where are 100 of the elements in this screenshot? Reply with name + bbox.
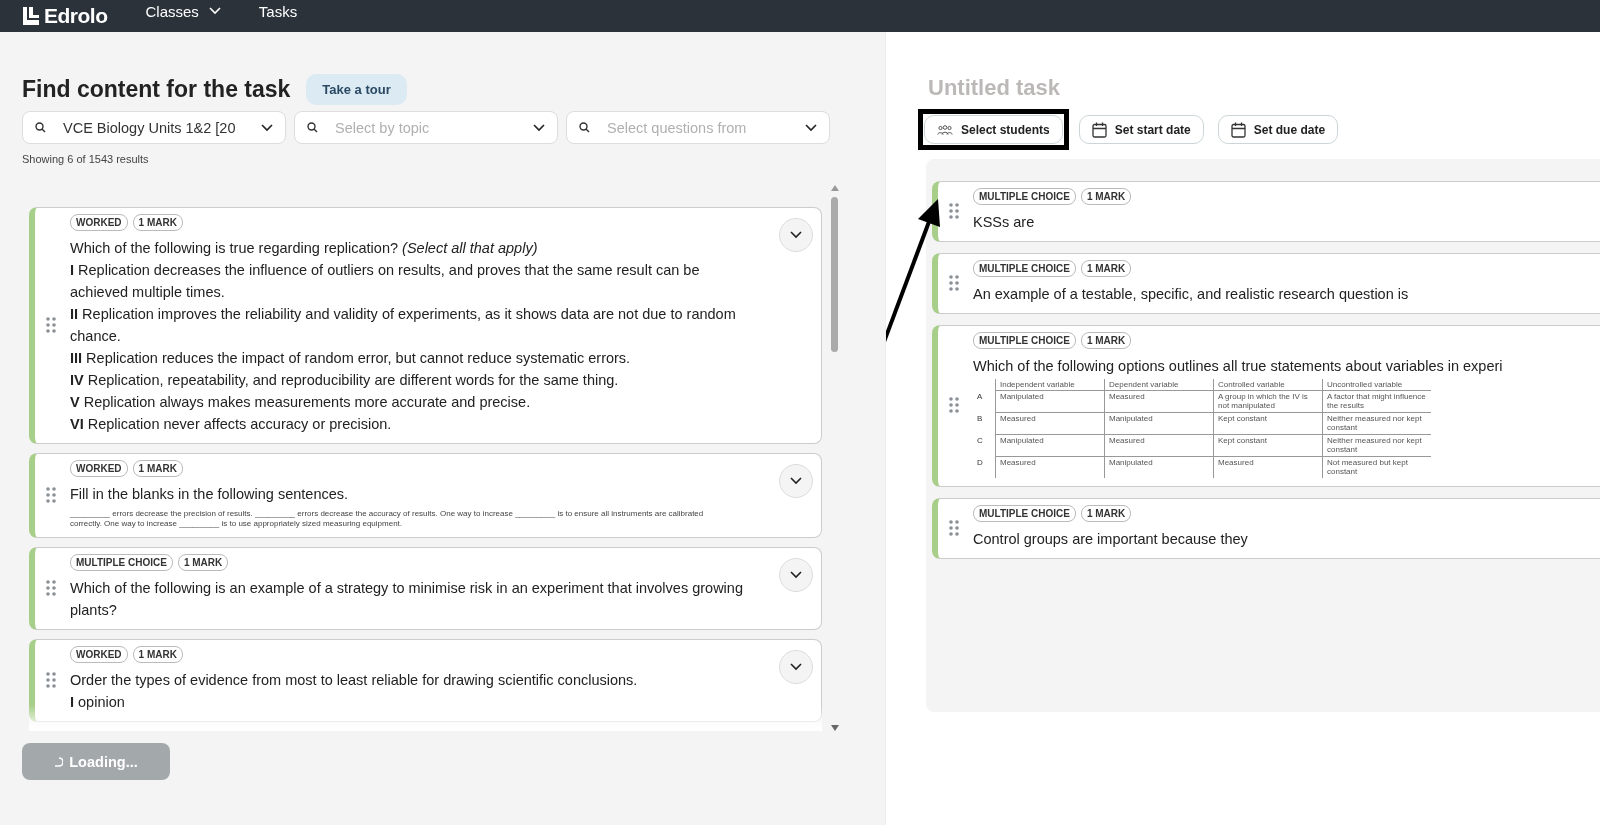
action-button[interactable]: Set due date bbox=[1217, 115, 1339, 144]
question-text: Fill in the blanks in the following sentences. bbox=[70, 485, 350, 504]
table-cell: Manipulated bbox=[995, 390, 1105, 413]
option-label: D bbox=[973, 456, 996, 478]
result-count: Showing 6 of 1543 results bbox=[22, 153, 150, 165]
question-card[interactable]: MULTIPLE CHOICE 1 MARK Control groups are important because they bbox=[932, 498, 1600, 559]
question-text: V Replication always makes measurements more accurate and precise. bbox=[70, 393, 532, 412]
calendar-icon bbox=[1091, 121, 1107, 138]
nav-link[interactable]: Classes bbox=[145, 2, 221, 20]
spinner-icon bbox=[54, 756, 64, 767]
question-text: II Replication improves the reliability and validity of experiments, as it shows data are not due to random chance. bbox=[70, 305, 737, 346]
table-header: Dependent variable bbox=[1104, 379, 1214, 391]
table-cell: Measured bbox=[1104, 390, 1214, 413]
expand-button[interactable] bbox=[779, 218, 813, 252]
table-cell: Manipulated bbox=[995, 434, 1105, 457]
question-text: III Replication reduces the impact of random error, but cannot reduce systematic errors. bbox=[70, 349, 632, 368]
option-label: A bbox=[973, 390, 996, 413]
logo-icon bbox=[22, 7, 40, 25]
action-button[interactable]: Set start date bbox=[1078, 115, 1204, 144]
table-cell: A group in which the IV is not manipulated bbox=[1213, 390, 1323, 413]
question-tag: WORKED bbox=[70, 460, 128, 477]
question-text: Which of the following is an example of a strategy to minimise risk in an experiment that involves growing plants? bbox=[70, 579, 744, 620]
question-tag: 1 MARK bbox=[1080, 332, 1132, 349]
question-text: I opinion bbox=[70, 693, 126, 712]
expand-button[interactable] bbox=[779, 464, 813, 498]
section-title: Find content for the task bbox=[22, 76, 291, 103]
question-card[interactable]: MULTIPLE CHOICE 1 MARK An example of a testable, specific, and realistic research question is bbox=[932, 253, 1600, 314]
question-text: I Replication decreases the influence of outliers on results, and proves that the same result can be achieved multiple times. bbox=[70, 261, 701, 302]
question-tag: MULTIPLE CHOICE bbox=[973, 260, 1076, 277]
table-cell: Manipulated bbox=[1104, 456, 1214, 478]
scroll-up-arrow-icon[interactable] bbox=[831, 185, 839, 191]
question-tag: MULTIPLE CHOICE bbox=[973, 332, 1076, 349]
nav-link[interactable]: Tasks bbox=[258, 2, 298, 20]
question-tag: MULTIPLE CHOICE bbox=[973, 188, 1076, 205]
filter-dropdown[interactable]: VCE Biology Units 1&2 [20 bbox=[22, 111, 286, 144]
table-header: Uncontrolled variable bbox=[1322, 379, 1431, 391]
question-tag: 1 MARK bbox=[1080, 188, 1132, 205]
table-cell: Measured bbox=[995, 456, 1105, 478]
question-text: An example of a testable, specific, and realistic research question is bbox=[973, 285, 1410, 304]
table-cell: Kept constant bbox=[1213, 412, 1323, 435]
drag-handle-icon[interactable] bbox=[948, 273, 960, 292]
search-icon bbox=[579, 122, 590, 133]
drag-handle-icon[interactable] bbox=[948, 518, 960, 537]
question-card[interactable] bbox=[29, 207, 822, 444]
question-tag: 1 MARK bbox=[1080, 505, 1132, 522]
question-text: IV Replication, repeatability, and reproducibility are different words for the same thing. bbox=[70, 371, 620, 390]
expand-button[interactable] bbox=[779, 650, 813, 684]
question-tag: MULTIPLE CHOICE bbox=[973, 505, 1076, 522]
chevron-down-icon bbox=[533, 123, 545, 132]
chevron-down-icon bbox=[790, 663, 802, 671]
question-tag: 1 MARK bbox=[132, 460, 183, 477]
action-button[interactable]: Select students bbox=[924, 115, 1063, 144]
take-tour-button[interactable]: Take a tour bbox=[306, 74, 407, 105]
drag-handle-icon[interactable] bbox=[948, 396, 960, 414]
table-cell: Neither measured nor kept constant bbox=[1322, 412, 1431, 435]
question-tag: 1 MARK bbox=[177, 554, 229, 571]
chevron-down-icon bbox=[790, 571, 802, 579]
chevron-down-icon bbox=[790, 231, 802, 239]
table-cell: Manipulated bbox=[1104, 412, 1214, 435]
question-tag: MULTIPLE CHOICE bbox=[70, 554, 173, 571]
question-tag: 1 MARK bbox=[1080, 260, 1132, 277]
table-cell: Not measured but kept constant bbox=[1322, 456, 1431, 478]
table-cell: Measured bbox=[1213, 456, 1323, 478]
table-cell: Kept constant bbox=[1213, 434, 1323, 457]
chevron-down-icon bbox=[261, 123, 273, 132]
drag-handle-icon[interactable] bbox=[45, 485, 57, 504]
question-text: VI Replication never affects accuracy or precision. bbox=[70, 415, 393, 434]
search-icon bbox=[307, 122, 318, 133]
people-icon bbox=[937, 124, 953, 135]
option-label: C bbox=[973, 434, 996, 457]
option-label: B bbox=[973, 412, 996, 435]
expand-button[interactable] bbox=[779, 558, 813, 592]
chevron-down-icon bbox=[208, 7, 221, 15]
logo-text: Edrolo bbox=[44, 4, 108, 28]
question-text: Which of the following options outlines all true statements about variables in experi bbox=[973, 357, 1504, 376]
calendar-icon bbox=[1230, 121, 1246, 138]
drag-handle-icon[interactable] bbox=[45, 670, 57, 689]
question-text: Control groups are important because they bbox=[973, 530, 1249, 549]
table-cell: A factor that might influence the results bbox=[1322, 390, 1431, 413]
question-card[interactable]: WORKED 1 MARK Order the types of evidence from most to least reliable for drawing scientific conclusions. I opinion bbox=[29, 639, 822, 722]
question-card[interactable]: MULTIPLE CHOICE 1 MARK Which of the following is an example of a strategy to minimise risk in an experiment that involves growing plants? bbox=[29, 547, 822, 630]
drag-handle-icon[interactable] bbox=[45, 578, 57, 597]
question-tag: 1 MARK bbox=[132, 214, 183, 231]
question-tag: WORKED bbox=[70, 646, 128, 663]
question-tag: WORKED bbox=[70, 214, 128, 231]
question-text: Which of the following is true regarding replication? (Select all that apply) bbox=[70, 239, 539, 258]
table-header: Independent variable bbox=[995, 379, 1105, 391]
table-cell: Measured bbox=[1104, 434, 1214, 457]
table-cell: Measured bbox=[995, 412, 1105, 435]
question-text: Order the types of evidence from most to least reliable for drawing scientific conclusions. bbox=[70, 671, 639, 690]
drag-handle-icon[interactable] bbox=[948, 201, 960, 220]
question-card[interactable]: MULTIPLE CHOICE 1 MARK KSSs are bbox=[932, 181, 1600, 242]
blanks-text: _________ errors decrease the precision of results. _________ errors decrease the accuracy of results. One way to increase _________ is to ensure all instruments are calibrated correctly. One way to increase _________ is to use appropriately sized measuring equipment. bbox=[70, 509, 705, 529]
search-icon bbox=[35, 122, 46, 133]
scroll-down-arrow-icon[interactable] bbox=[831, 725, 839, 731]
table-cell: Neither measured nor kept constant bbox=[1322, 434, 1431, 457]
scrollbar-thumb[interactable] bbox=[831, 197, 838, 352]
drag-handle-icon[interactable] bbox=[45, 315, 57, 334]
chevron-down-icon bbox=[790, 477, 802, 485]
chevron-down-icon bbox=[805, 123, 817, 132]
